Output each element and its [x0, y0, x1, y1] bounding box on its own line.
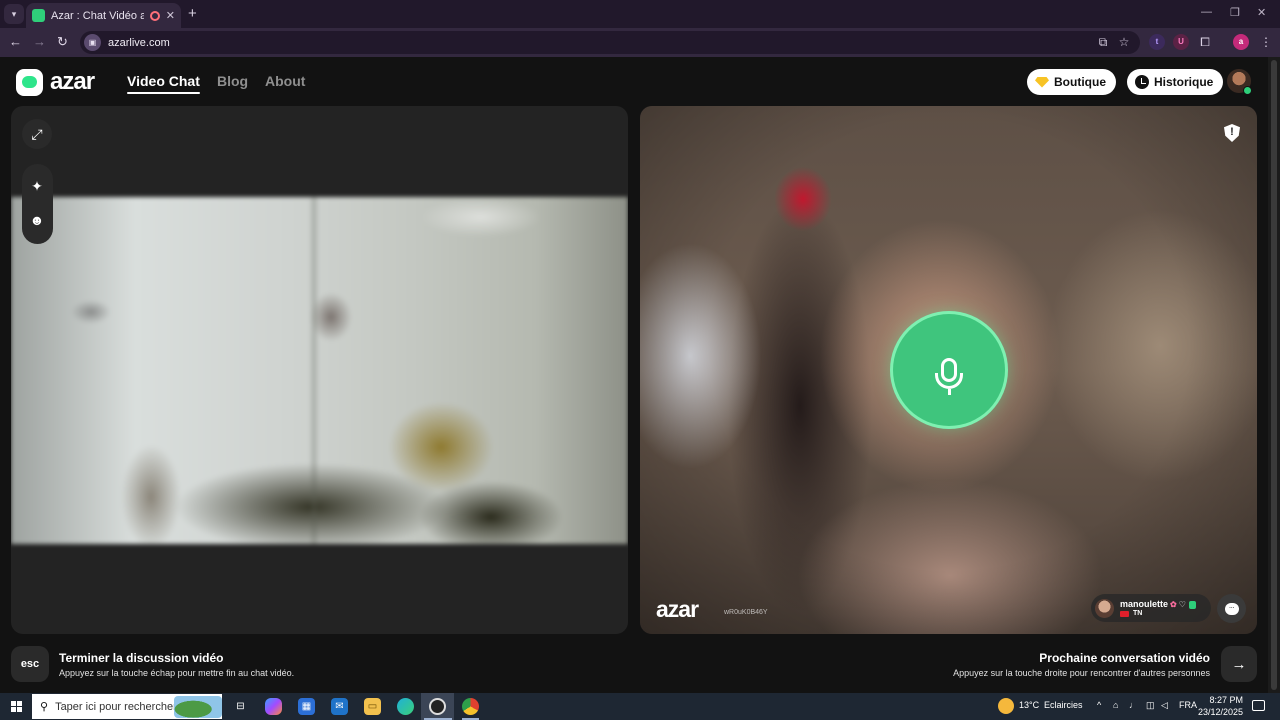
windows-start-icon[interactable] — [11, 701, 22, 712]
nav-video-chat[interactable]: Video Chat — [127, 73, 200, 94]
gem-icon — [1035, 76, 1049, 88]
tab-title: Azar : Chat Vidéo avec de n — [51, 9, 144, 22]
search-highlight-image — [174, 696, 222, 718]
extension-t-icon[interactable]: t — [1149, 34, 1165, 50]
reload-icon[interactable]: ↻ — [57, 34, 68, 50]
chat-bubble-icon: ... — [1224, 601, 1239, 615]
close-tab-icon[interactable]: ✕ — [166, 9, 175, 22]
online-badge — [1243, 86, 1252, 95]
sparkle-effects-icon[interactable]: ✦ — [22, 171, 52, 201]
copilot-icon[interactable] — [265, 698, 282, 715]
url-text: azarlive.com — [108, 36, 170, 49]
microphone-tray-icon[interactable]: ♩ — [1129, 700, 1138, 710]
wifi-icon[interactable]: ◫ — [1146, 700, 1155, 711]
notification-icon[interactable] — [1252, 700, 1265, 711]
file-explorer-icon[interactable]: ▭ — [364, 698, 381, 715]
azar-logo-icon — [16, 68, 43, 96]
browser-toolbar: ← → ↻ ▣ azarlive.com ⧉ ☆ t U ⧠ a ⋮ — [0, 28, 1280, 57]
browser-menu-icon[interactable]: ⋮ — [1258, 34, 1274, 50]
watermark-id: wR0uK0B46Y — [724, 609, 768, 616]
scrollbar-thumb[interactable] — [1271, 60, 1277, 690]
next-chat-subtitle: Appuyez sur la touche droite pour rencon… — [953, 668, 1210, 678]
remote-user-avatar — [1095, 598, 1114, 618]
azar-favicon-icon — [32, 9, 45, 22]
boutique-button[interactable]: Boutique — [1027, 69, 1116, 95]
next-chat-button[interactable]: → — [1221, 646, 1257, 682]
tray-overflow-icon[interactable]: ^ — [1097, 700, 1101, 710]
chrome-icon[interactable] — [462, 698, 479, 715]
windows-taskbar: ⚲ Taper ici pour rechercher ⊟ ▦ ✉ ▭ 13°C… — [0, 693, 1280, 720]
azar-page: azar Video Chat Blog About Boutique Hist… — [0, 57, 1268, 693]
historique-label: Historique — [1154, 75, 1214, 89]
end-chat-title: Terminer la discussion vidéo — [59, 651, 224, 665]
forward-icon[interactable]: → — [33, 34, 46, 49]
nav-blog[interactable]: Blog — [217, 73, 248, 89]
historique-button[interactable]: Historique — [1127, 69, 1224, 95]
restore-icon[interactable]: ❐ — [1230, 6, 1240, 19]
chat-button[interactable]: ... — [1217, 594, 1246, 623]
weather-icon[interactable] — [998, 698, 1014, 714]
back-icon[interactable]: ← — [9, 34, 22, 49]
face-filter-icon[interactable]: ☻ — [22, 205, 52, 235]
recording-icon — [149, 10, 160, 21]
bookmark-star-icon[interactable]: ☆ — [1116, 34, 1132, 50]
country-flag-icon — [1120, 610, 1129, 617]
remote-username: manoulette — [1120, 599, 1169, 609]
fullscreen-icon[interactable]: ⤢ — [22, 119, 52, 149]
local-video-panel — [11, 106, 628, 634]
remote-country: TN — [1133, 610, 1143, 617]
volume-icon[interactable]: ◁ — [1161, 700, 1168, 711]
next-chat-title: Prochaine conversation vidéo — [1039, 651, 1210, 665]
taskbar-date[interactable]: 23/12/2025 — [1192, 707, 1243, 717]
verified-icon — [1188, 600, 1196, 609]
edge-icon[interactable] — [397, 698, 414, 715]
azar-logo[interactable]: azar — [16, 68, 95, 96]
address-bar[interactable]: ▣ azarlive.com — [80, 31, 1140, 54]
remote-user-chip[interactable]: manoulette ✿ ♡ TN — [1091, 594, 1211, 622]
weather-desc[interactable]: Eclaircies — [1044, 700, 1083, 710]
minimize-icon[interactable]: — — [1201, 6, 1212, 18]
network-icon[interactable]: ⌂ — [1113, 700, 1118, 710]
profile-avatar-icon[interactable]: a — [1233, 34, 1249, 50]
extensions-puzzle-icon[interactable]: ⧠ — [1197, 34, 1213, 50]
outlook-icon[interactable]: ✉ — [331, 698, 348, 715]
report-shield-icon[interactable]: ! — [1224, 124, 1240, 142]
end-chat-subtitle: Appuyez sur la touche échap pour mettre … — [59, 668, 295, 678]
search-icon: ⚲ — [40, 701, 49, 713]
site-info-icon[interactable]: ▣ — [84, 34, 101, 51]
extension-u-icon[interactable]: U — [1173, 34, 1189, 50]
taskbar-time[interactable]: 8:27 PM — [1203, 695, 1243, 705]
microphone-button[interactable] — [893, 314, 1005, 426]
task-view-icon[interactable]: ⊟ — [232, 698, 249, 715]
local-camera-feed — [11, 197, 628, 544]
taskbar-search[interactable]: ⚲ Taper ici pour rechercher — [32, 694, 222, 719]
store-icon[interactable]: ▦ — [298, 698, 315, 715]
nav-about[interactable]: About — [265, 73, 305, 89]
boutique-label: Boutique — [1054, 75, 1106, 89]
azar-watermark: azar — [656, 596, 699, 622]
heart-icon: ♡ — [1178, 600, 1186, 609]
tab-search-button[interactable]: ▾ — [4, 4, 24, 24]
end-chat-button[interactable]: esc — [11, 646, 49, 682]
remote-video-panel: ! azar wR0uK0B46Y manoulette ✿ ♡ TN ... — [640, 106, 1257, 634]
logo-text: azar — [50, 68, 95, 95]
weather-temp[interactable]: 13°C — [1019, 700, 1039, 710]
obs-icon[interactable] — [429, 698, 446, 715]
star-icon: ✿ — [1170, 600, 1177, 609]
microphone-icon — [935, 358, 963, 395]
window-close-icon[interactable]: ✕ — [1257, 6, 1266, 19]
browser-tab[interactable]: Azar : Chat Vidéo avec de n ✕ — [26, 3, 181, 28]
new-tab-button[interactable]: + — [188, 5, 197, 22]
tab-strip: ▾ Azar : Chat Vidéo avec de n ✕ + — ❐ ✕ — [0, 0, 1280, 28]
install-app-icon[interactable]: ⧉ — [1095, 34, 1111, 50]
history-clock-icon — [1135, 75, 1149, 89]
taskbar-search-placeholder: Taper ici pour rechercher — [55, 700, 177, 713]
